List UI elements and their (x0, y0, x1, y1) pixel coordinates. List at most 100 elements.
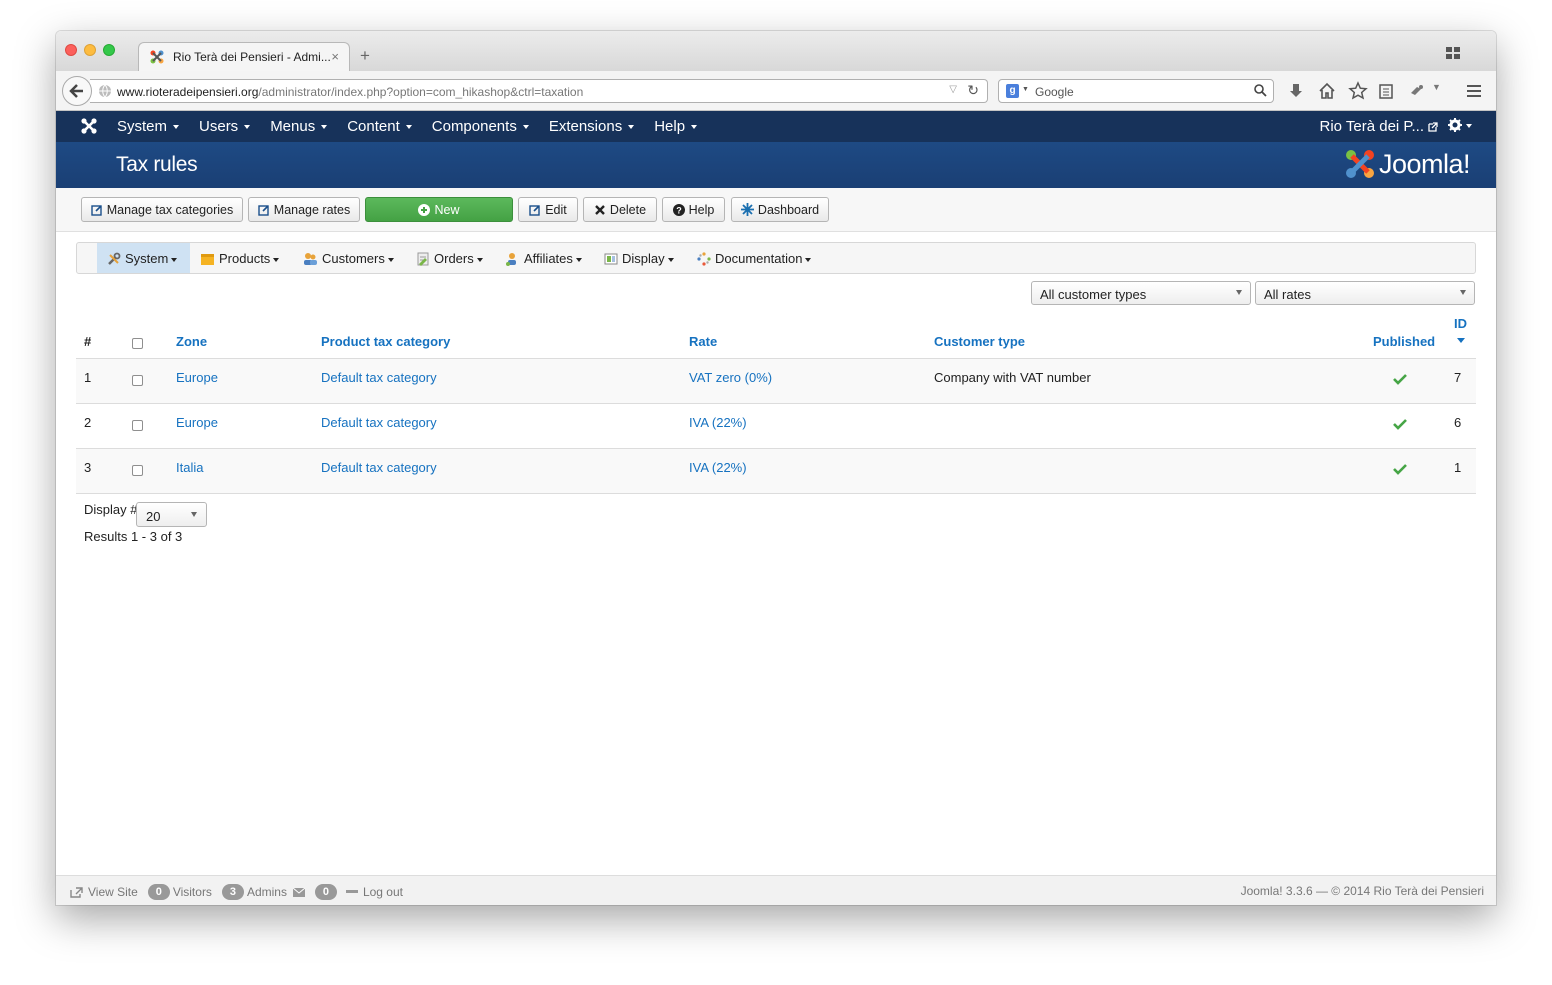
published-check-icon[interactable] (1393, 373, 1407, 385)
globe-icon (99, 84, 111, 98)
bookmark-star-icon[interactable] (1348, 81, 1368, 101)
extension-dropdown-icon[interactable]: ▼ (1432, 82, 1452, 102)
admin-menu-list: System Users Menus Content Components Ex… (117, 118, 717, 135)
submenu-orders[interactable]: Orders (416, 243, 483, 273)
row-checkbox[interactable] (132, 375, 143, 386)
published-check-icon[interactable] (1393, 418, 1407, 430)
row-id: 7 (1454, 370, 1462, 385)
page-title: Tax rules (116, 153, 198, 176)
table-row: 3 Italia Default tax category IVA (22%) … (76, 449, 1476, 494)
sort-desc-icon (1457, 338, 1465, 343)
zone-link[interactable]: Europe (176, 415, 218, 430)
dashboard-icon (740, 203, 754, 216)
edit-button[interactable]: Edit (518, 197, 578, 222)
url-dropdown-icon[interactable]: ▽ (949, 84, 957, 95)
submenu-system[interactable]: System (97, 243, 190, 273)
menu-help[interactable]: Help (654, 118, 698, 135)
menu-components[interactable]: Components (432, 118, 529, 135)
google-icon: g (1006, 84, 1019, 98)
new-button[interactable]: New (365, 197, 513, 222)
display-label: Display # (84, 502, 138, 517)
logout-link[interactable]: Log out (363, 885, 403, 899)
search-bar[interactable]: g ▼ Google (998, 79, 1274, 103)
status-footer: View Site 0 Visitors 3 Admins 0 Log out … (56, 875, 1496, 905)
tax-rules-table: # Zone Product tax category Rate Custome… (76, 313, 1476, 494)
reload-icon[interactable]: ↻ (967, 82, 979, 99)
customers-icon (304, 253, 317, 265)
svg-text:?: ? (676, 206, 682, 216)
help-button[interactable]: ? Help (662, 197, 725, 222)
close-window-button[interactable] (65, 44, 77, 56)
customer-type-filter[interactable]: All customer types (1031, 281, 1251, 305)
submenu-products[interactable]: Products (200, 243, 280, 273)
rate-link[interactable]: VAT zero (0%) (689, 370, 772, 385)
delete-button[interactable]: Delete (583, 197, 657, 222)
menu-system[interactable]: System (117, 118, 180, 135)
submenu-documentation[interactable]: Documentation (697, 243, 812, 273)
plus-circle-icon (418, 204, 431, 216)
row-checkbox[interactable] (132, 465, 143, 476)
zoom-window-button[interactable] (103, 44, 115, 56)
hamburger-menu-icon[interactable] (1464, 81, 1484, 101)
header-number: # (84, 334, 92, 349)
menu-extensions[interactable]: Extensions (549, 118, 635, 135)
rate-link[interactable]: IVA (22%) (689, 415, 747, 430)
header-product-tax-category[interactable]: Product tax category (321, 334, 450, 349)
new-tab-icon[interactable]: + (360, 46, 370, 66)
search-engine-dropdown-icon[interactable]: ▼ (1022, 86, 1029, 93)
manage-rates-button[interactable]: Manage rates (248, 197, 360, 222)
submenu-display[interactable]: Display (604, 243, 674, 273)
header-rate[interactable]: Rate (689, 334, 717, 349)
select-all-checkbox[interactable] (132, 338, 143, 349)
header-customer-type[interactable]: Customer type (934, 334, 1025, 349)
reading-list-icon[interactable] (1376, 81, 1396, 101)
row-number: 3 (84, 460, 92, 475)
chevron-down-icon (191, 512, 197, 517)
header-published[interactable]: Published (1373, 334, 1435, 349)
row-id: 1 (1454, 460, 1462, 475)
admins-badge: 3 (221, 884, 244, 900)
menu-users[interactable]: Users (199, 118, 251, 135)
tab-groups-icon[interactable] (1446, 47, 1460, 59)
extension-icon[interactable] (1407, 81, 1427, 101)
published-check-icon[interactable] (1393, 463, 1407, 475)
products-box-icon (201, 254, 214, 265)
back-button[interactable] (62, 76, 92, 106)
home-icon[interactable] (1317, 81, 1337, 101)
results-count: Results 1 - 3 of 3 (84, 529, 183, 544)
submenu-affiliates[interactable]: Affiliates (505, 243, 582, 273)
category-link[interactable]: Default tax category (321, 370, 437, 385)
rate-link[interactable]: IVA (22%) (689, 460, 747, 475)
site-name-link[interactable]: Rio Terà dei P... (1319, 118, 1438, 135)
category-link[interactable]: Default tax category (321, 415, 437, 430)
display-count-select[interactable]: 20 (136, 502, 207, 527)
view-site-link[interactable]: View Site (88, 885, 138, 899)
joomla-brand-logo: Joomla! (1344, 147, 1471, 181)
downloads-icon[interactable] (1286, 81, 1306, 101)
search-icon[interactable] (1253, 83, 1267, 97)
joomla-admin-menu: System Users Menus Content Components Ex… (56, 111, 1496, 142)
header-zone[interactable]: Zone (176, 334, 207, 349)
action-toolbar: Manage tax categories Manage rates New E… (56, 188, 1496, 232)
messages-badge[interactable]: 0 (314, 884, 337, 900)
rates-filter[interactable]: All rates (1255, 281, 1475, 305)
zone-link[interactable]: Europe (176, 370, 218, 385)
submenu-customers[interactable]: Customers (303, 243, 394, 273)
browser-tab[interactable]: Rio Terà dei Pensieri - Admi... × (138, 42, 350, 71)
minimize-window-button[interactable] (84, 44, 96, 56)
user-menu[interactable] (1448, 117, 1476, 137)
menu-menus[interactable]: Menus (270, 118, 328, 135)
header-id[interactable]: ID (1454, 316, 1467, 331)
joomla-logo-icon[interactable] (80, 117, 98, 135)
zone-link[interactable]: Italia (176, 460, 203, 475)
chevron-down-icon (1460, 290, 1466, 295)
gear-icon (1448, 118, 1462, 132)
dashboard-button[interactable]: Dashboard (731, 197, 829, 222)
menu-content[interactable]: Content (347, 118, 412, 135)
category-link[interactable]: Default tax category (321, 460, 437, 475)
url-bar[interactable]: www.rioteradeipensieri.org/administrator… (90, 79, 988, 103)
manage-tax-categories-button[interactable]: Manage tax categories (81, 197, 243, 222)
close-tab-icon[interactable]: × (331, 49, 339, 64)
row-checkbox[interactable] (132, 420, 143, 431)
row-number: 1 (84, 370, 92, 385)
